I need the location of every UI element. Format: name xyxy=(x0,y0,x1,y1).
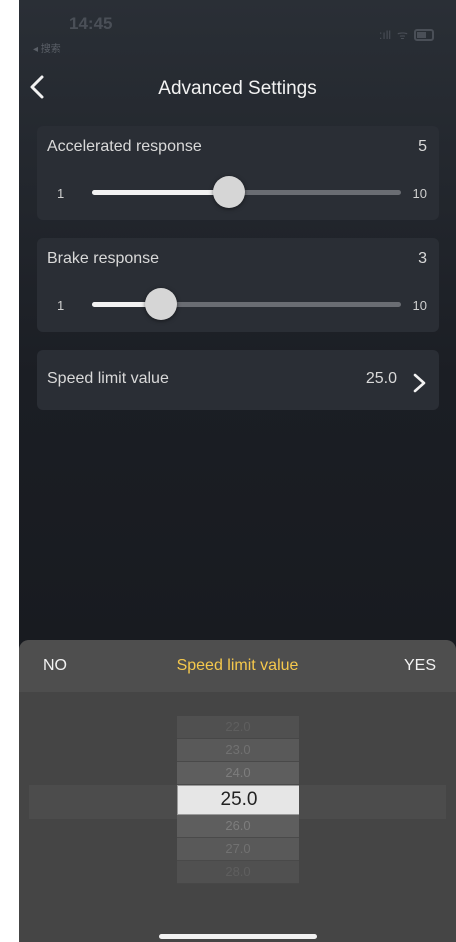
accelerated-slider[interactable] xyxy=(92,176,401,208)
brake-response-label: Brake response xyxy=(47,250,160,267)
accelerated-response-value: 5 xyxy=(418,138,427,155)
brake-slider-thumb[interactable] xyxy=(144,288,177,320)
battery-icon xyxy=(414,28,434,41)
speed-limit-label: Speed limit value xyxy=(47,370,169,387)
confirm-button[interactable]: YES xyxy=(404,657,436,675)
brake-response-card: Brake response 3 1 10 xyxy=(37,238,439,332)
brake-response-value: 3 xyxy=(418,250,427,267)
speed-limit-picker[interactable]: 22.0 23.0 24.0 25.0 26.0 27.0 28.0 xyxy=(177,708,299,908)
accelerated-slider-max: 10 xyxy=(412,186,427,201)
accelerated-slider-fill xyxy=(92,190,230,195)
chevron-right-icon xyxy=(413,373,426,393)
brake-slider-min: 1 xyxy=(57,298,65,313)
page-title: Advanced Settings xyxy=(158,78,317,99)
accelerated-slider-min: 1 xyxy=(57,186,65,201)
status-time: 14:45 xyxy=(69,14,113,33)
picker-item[interactable]: 26.0 xyxy=(177,815,299,838)
status-icons: :ıll ᯤ xyxy=(379,26,434,43)
picker-item[interactable]: 24.0 xyxy=(177,762,299,785)
brake-slider[interactable] xyxy=(92,288,401,320)
picker-item[interactable]: 27.0 xyxy=(177,838,299,861)
accelerated-slider-thumb[interactable] xyxy=(213,176,246,208)
speed-limit-row[interactable]: Speed limit value 25.0 xyxy=(37,350,439,410)
speed-limit-sheet: NO Speed limit value YES 22.0 23.0 24.0 25.… xyxy=(19,640,456,942)
picker-item[interactable]: 23.0 xyxy=(177,739,299,762)
phone-screen: 14:45 ◂ 搜索 :ıll ᯤ Advanced Settings Acce… xyxy=(19,0,456,942)
speed-limit-value: 25.0 xyxy=(365,370,397,387)
picker-selected-item[interactable]: 25.0 xyxy=(177,785,299,815)
status-back-link[interactable]: ◂ 搜索 xyxy=(33,40,61,55)
wifi-icon: ᯤ xyxy=(397,28,408,42)
picker-item[interactable]: 28.0 xyxy=(177,861,299,884)
signal-icon: :ıll xyxy=(379,27,392,42)
sheet-title: Speed limit value xyxy=(176,657,299,674)
home-indicator xyxy=(159,934,317,939)
sheet-header: NO Speed limit value YES xyxy=(19,640,456,692)
brake-slider-max: 10 xyxy=(412,298,427,313)
accelerated-response-label: Accelerated response xyxy=(47,138,202,155)
picker-item[interactable]: 22.0 xyxy=(177,716,299,739)
accelerated-response-card: Accelerated response 5 1 10 xyxy=(37,126,439,220)
